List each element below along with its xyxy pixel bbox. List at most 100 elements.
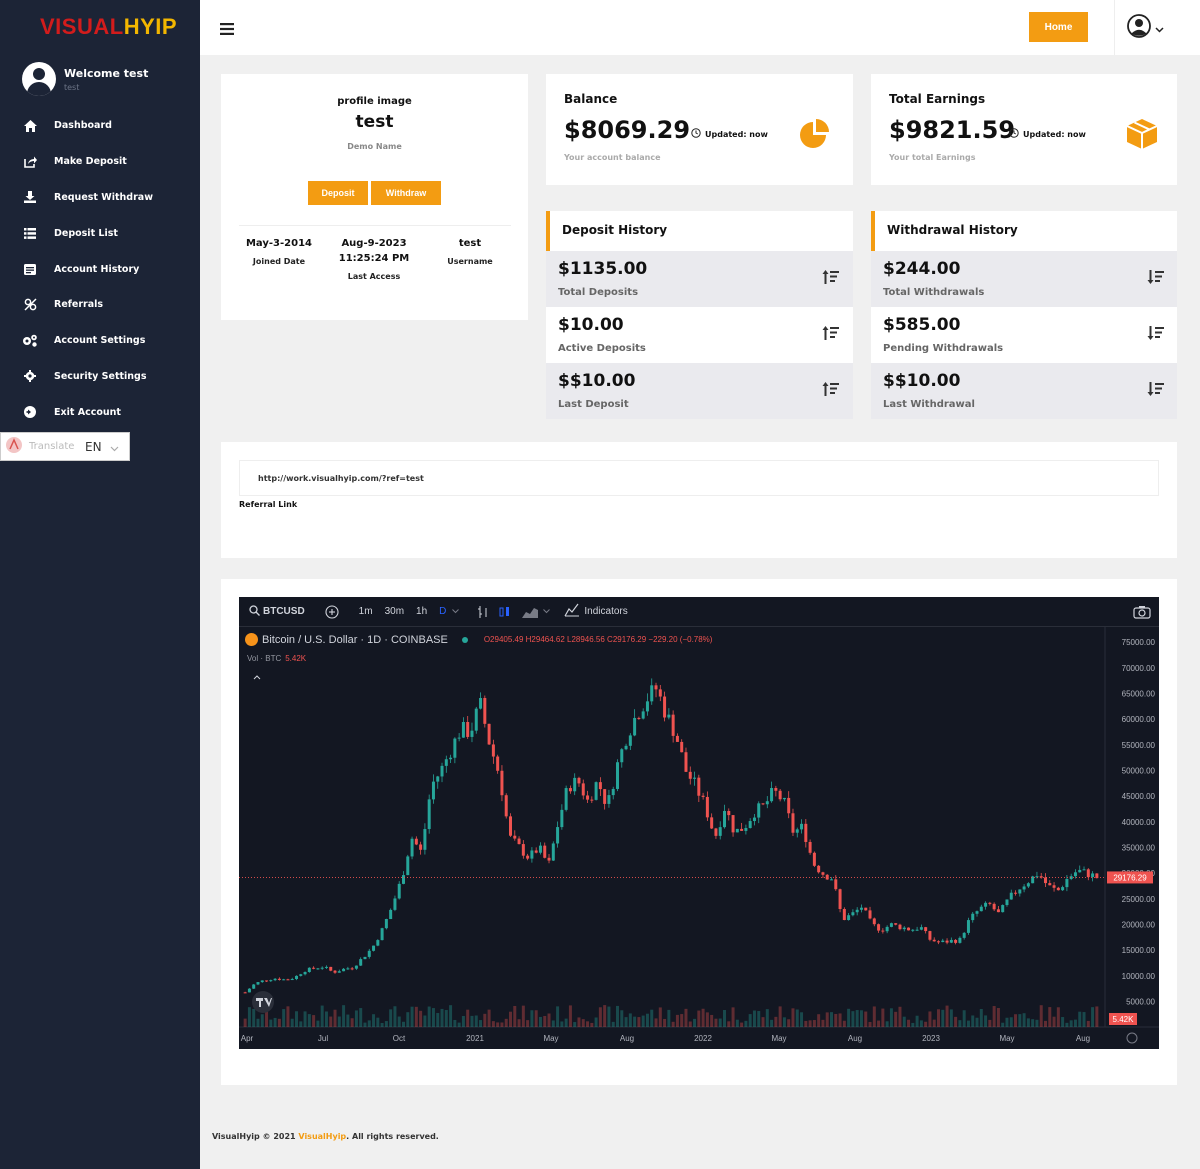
referral-card: http://work.visualhyip.com/?ref=test Ref… xyxy=(221,442,1177,558)
volume-bar xyxy=(581,1019,585,1027)
chevron-down-icon[interactable] xyxy=(452,609,460,614)
sort-ascending-icon xyxy=(822,269,840,289)
sidebar-item-account-history[interactable]: Account History xyxy=(0,251,200,287)
candle-body xyxy=(320,967,324,969)
camera-icon[interactable] xyxy=(1133,605,1151,619)
volume-bar xyxy=(782,1017,786,1027)
footer-brand-link[interactable]: VisualHyip xyxy=(298,1132,346,1141)
candle-body xyxy=(303,972,307,975)
candle-body xyxy=(723,810,726,828)
symbol-search[interactable]: BTCUSD xyxy=(249,604,305,619)
price-chart[interactable]: 75000.00 70000.00 65000.00 60000.00 55000.00… xyxy=(239,597,1159,1049)
withdraw-button[interactable]: Withdraw xyxy=(371,181,441,205)
interval-1m[interactable]: 1m xyxy=(359,606,373,617)
volume-bar xyxy=(800,1012,804,1027)
brand-logo[interactable]: VISUALHYIP xyxy=(40,14,177,40)
y-tick-label: 60000.00 xyxy=(1122,715,1156,724)
candle-body xyxy=(919,927,923,930)
candle-body xyxy=(616,762,619,789)
volume-bar xyxy=(992,1006,996,1027)
candle-body xyxy=(483,698,487,724)
volume-bar xyxy=(312,1015,316,1027)
sidebar-item-request-withdraw[interactable]: Request Withdraw xyxy=(0,180,200,216)
interval-30m[interactable]: 30m xyxy=(385,606,404,617)
sidebar-item-account-settings[interactable]: Account Settings xyxy=(0,323,200,359)
area-chart-icon[interactable] xyxy=(521,605,539,619)
deposit-button[interactable]: Deposit xyxy=(308,181,368,205)
candle-body xyxy=(693,777,697,779)
home-button[interactable]: Home xyxy=(1029,12,1088,42)
volume-bar xyxy=(431,1008,435,1027)
bar-style-icon[interactable] xyxy=(477,605,489,619)
candle-body xyxy=(817,865,821,873)
sidebar-item-make-deposit[interactable]: Make Deposit xyxy=(0,144,200,180)
translate-widget[interactable]: Translate EN xyxy=(0,432,130,461)
sidebar-item-dashboard[interactable]: Dashboard xyxy=(0,108,200,144)
compare-plus-icon[interactable] xyxy=(325,604,339,619)
candle-body xyxy=(962,932,966,938)
interval-1h[interactable]: 1h xyxy=(416,606,427,617)
volume-bar xyxy=(924,1021,928,1027)
candle-body xyxy=(316,968,320,970)
sidebar-item-deposit-list[interactable]: Deposit List xyxy=(0,215,200,251)
candle-body xyxy=(624,745,628,750)
deposit-last-label: Last Deposit xyxy=(558,399,629,410)
volume-bar xyxy=(419,1010,423,1027)
topbar: Home xyxy=(200,0,1200,55)
sidebar-item-exit-account[interactable]: Exit Account xyxy=(0,394,200,430)
volume-bar xyxy=(688,1021,692,1027)
indicators-button[interactable]: Indicators xyxy=(564,603,628,620)
volume-bar xyxy=(504,1018,508,1027)
sidebar-item-security-settings[interactable]: Security Settings xyxy=(0,359,200,395)
ohlc-values: O29405.49 H29464.62 L28946.56 C29176.29 … xyxy=(483,635,713,644)
candle-body xyxy=(389,909,393,920)
volume-bar xyxy=(402,1021,405,1027)
user-menu[interactable] xyxy=(1114,0,1200,55)
volume-bar xyxy=(359,1008,363,1027)
chevron-down-icon[interactable] xyxy=(543,609,551,614)
candle-body xyxy=(628,735,632,746)
candle-body xyxy=(941,940,945,943)
volume-bar xyxy=(701,1008,705,1027)
candles-icon[interactable] xyxy=(499,605,511,619)
candle-body xyxy=(538,845,542,853)
volume-bar xyxy=(1044,1020,1047,1027)
withdrawal-total-amount: $244.00 xyxy=(883,259,961,279)
candle-body xyxy=(714,828,718,836)
sort-ascending-icon xyxy=(822,381,840,401)
referral-link-field[interactable]: http://work.visualhyip.com/?ref=test xyxy=(239,460,1159,496)
candle-body xyxy=(543,845,547,858)
volume-bar xyxy=(744,1020,748,1027)
sidebar-item-referrals[interactable]: Referrals xyxy=(0,287,200,323)
hamburger-menu-icon[interactable] xyxy=(220,20,234,39)
volume-bar xyxy=(538,1016,542,1027)
candle-body xyxy=(761,803,765,805)
volume-bar xyxy=(911,1022,915,1027)
volume-bar xyxy=(384,1021,388,1027)
chart-card: 75000.00 70000.00 65000.00 60000.00 55000.00… xyxy=(221,579,1177,1085)
tradingview-widget[interactable]: 75000.00 70000.00 65000.00 60000.00 55000.00… xyxy=(239,597,1159,1049)
candle-body xyxy=(453,738,457,758)
volume-bar xyxy=(530,1010,534,1027)
volume-bar xyxy=(243,1018,247,1027)
earnings-card: Total Earnings $9821.59 Updated: now You… xyxy=(871,74,1177,185)
translate-icon xyxy=(5,436,23,458)
volume-bar xyxy=(770,1019,774,1027)
interval-d[interactable]: D xyxy=(439,606,446,617)
volume-bar xyxy=(1065,1022,1069,1027)
candle-body xyxy=(710,817,714,829)
volume-bar xyxy=(282,1009,286,1027)
volume-bar xyxy=(650,1009,654,1027)
withdrawal-history-card: Withdrawal History $244.00 Total Withdra… xyxy=(871,211,1177,419)
candle-body xyxy=(611,788,615,796)
cogs-icon xyxy=(22,333,38,349)
volume-bar xyxy=(598,1007,602,1027)
volume-bar xyxy=(663,1018,667,1027)
sort-descending-icon xyxy=(1147,269,1165,289)
volume-bar xyxy=(1014,1014,1018,1027)
volume-bar xyxy=(324,1011,328,1027)
candle-body xyxy=(620,749,624,763)
volume-bar xyxy=(299,1021,303,1027)
sidebar-item-label: Dashboard xyxy=(54,120,112,132)
earnings-title: Total Earnings xyxy=(889,92,986,106)
